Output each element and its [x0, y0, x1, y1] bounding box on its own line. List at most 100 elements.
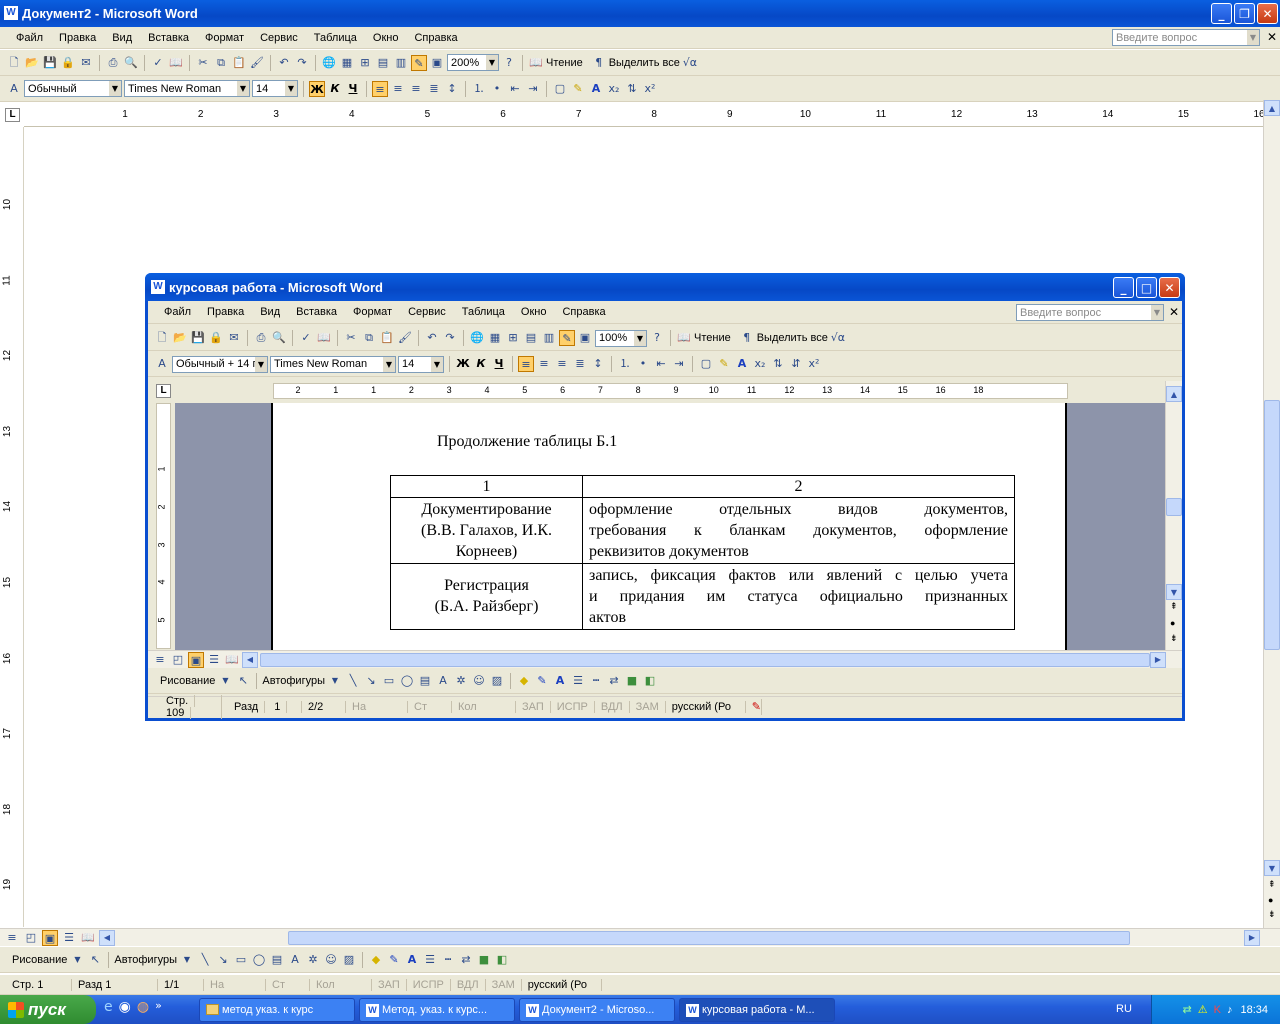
print-preview-icon[interactable]: 🔍	[123, 55, 139, 71]
paste-icon[interactable]: 📋	[379, 330, 395, 346]
inner-menu-tools[interactable]: Сервис	[400, 306, 454, 318]
print-icon[interactable]: ⎙	[105, 55, 121, 71]
bullets-icon[interactable]: •	[635, 356, 651, 372]
fill-color-icon[interactable]: ◆	[516, 673, 532, 689]
picture-icon[interactable]: ▨	[341, 952, 357, 968]
tables-borders-icon[interactable]: ▦	[487, 330, 503, 346]
highlight-icon[interactable]: ✎	[716, 356, 732, 372]
permission-icon[interactable]: 🔒	[208, 330, 224, 346]
font-color-icon[interactable]: A	[404, 952, 420, 968]
document-map-icon[interactable]: ▣	[429, 55, 445, 71]
cut-icon[interactable]: ✂	[195, 55, 211, 71]
inner-autoshapes-menu[interactable]: Автофигуры	[262, 675, 325, 687]
tray-antivirus-icon[interactable]: K	[1214, 1004, 1221, 1016]
outer-ask-question-field[interactable]: Введите вопрос ▼	[1112, 29, 1260, 46]
menu-window[interactable]: Окно	[365, 32, 407, 44]
hyperlink-icon[interactable]: 🌐	[321, 55, 337, 71]
redo-icon[interactable]: ↷	[294, 55, 310, 71]
permission-icon[interactable]: 🔒	[60, 55, 76, 71]
task-button-word-1[interactable]: W Метод. указ. к курс...	[359, 998, 515, 1022]
undo-icon[interactable]: ↶	[424, 330, 440, 346]
document-map-icon[interactable]: ▣	[577, 330, 593, 346]
picture-icon[interactable]: ▨	[489, 673, 505, 689]
research-icon[interactable]: 📖	[168, 55, 184, 71]
outer-style-select[interactable]: Обычный ▼	[24, 80, 122, 97]
scroll-right-icon[interactable]: ▶	[1244, 929, 1260, 946]
line-style-icon[interactable]: ☰	[570, 673, 586, 689]
outer-restore-button[interactable]: ❐	[1234, 3, 1255, 24]
menu-table[interactable]: Таблица	[306, 32, 365, 44]
insert-table-icon[interactable]: ⊞	[505, 330, 521, 346]
line-icon[interactable]: ╲	[197, 952, 213, 968]
copy-icon[interactable]: ⧉	[213, 55, 229, 71]
open-folder-icon[interactable]: 📂	[24, 55, 40, 71]
reading-view-icon[interactable]: 📖	[80, 930, 96, 946]
chevron-down-icon[interactable]: ▼	[486, 55, 498, 70]
line-color-icon[interactable]: ✎	[534, 673, 550, 689]
inner-status-ovr[interactable]: ЗАМ	[630, 700, 666, 713]
sort-asc-icon[interactable]: ⇅	[770, 356, 786, 372]
inner-h-scroll-thumb[interactable]	[260, 652, 1150, 667]
sort-desc-icon[interactable]: ⇵	[788, 356, 804, 372]
columns-icon[interactable]: ▥	[393, 55, 409, 71]
chevron-down-icon[interactable]: ▼	[634, 330, 646, 346]
outer-size-select[interactable]: 14 ▼	[252, 80, 298, 97]
equation-icon[interactable]: √α	[830, 330, 846, 346]
firefox-icon[interactable]: ◍	[137, 999, 149, 1015]
h-scroll-thumb[interactable]	[288, 930, 1130, 945]
email-icon[interactable]: ✉	[226, 330, 242, 346]
outline-view-icon[interactable]: ☰	[61, 930, 77, 946]
next-page-icon[interactable]: ⇟	[1170, 634, 1178, 644]
chevron-down-icon[interactable]: ▼	[1151, 305, 1163, 320]
rectangle-icon[interactable]: ▭	[233, 952, 249, 968]
spelling-status-icon[interactable]: ✎	[746, 698, 762, 715]
normal-view-icon[interactable]: ≡	[152, 652, 168, 668]
status-ext[interactable]: ВДЛ	[451, 978, 486, 991]
inner-status-trk[interactable]: ИСПР	[551, 700, 595, 713]
arrow-icon[interactable]: ↘	[363, 673, 379, 689]
task-button-folder[interactable]: метод указ. к курс	[199, 998, 355, 1022]
outer-doc-close-icon[interactable]: ✕	[1267, 30, 1277, 44]
align-right-icon[interactable]: ≡	[554, 356, 570, 372]
print-icon[interactable]: ⎙	[253, 330, 269, 346]
numbering-icon[interactable]: ⒈	[471, 81, 487, 97]
drawing-toggle-icon[interactable]: ✎	[559, 330, 575, 346]
superscript-icon[interactable]: x²	[806, 356, 822, 372]
select-objects-icon[interactable]: ↖	[87, 952, 103, 968]
spelling-icon[interactable]: ✓	[298, 330, 314, 346]
inner-menu-window[interactable]: Окно	[513, 306, 555, 318]
justify-icon[interactable]: ≣	[426, 81, 442, 97]
styles-icon[interactable]: A	[6, 81, 22, 97]
scroll-left-icon[interactable]: ◀	[99, 929, 115, 946]
format-painter-icon[interactable]: 🖌	[249, 55, 265, 71]
3d-icon[interactable]: ◧	[494, 952, 510, 968]
arrow-style-icon[interactable]: ⇄	[458, 952, 474, 968]
spelling-icon[interactable]: ✓	[150, 55, 166, 71]
input-language[interactable]: RU	[1116, 1003, 1132, 1015]
outer-horizontal-ruler[interactable]: 1 2 3 4 5 6 7 8 9 10 11 12 13 14 15 16	[24, 103, 1265, 127]
print-layout-icon[interactable]: ▣	[42, 929, 58, 946]
status-ovr[interactable]: ЗАМ	[486, 978, 522, 991]
tray-volume-icon[interactable]: ♪	[1227, 1004, 1233, 1016]
menu-insert[interactable]: Вставка	[140, 32, 197, 44]
status-trk[interactable]: ИСПР	[407, 978, 451, 991]
menu-view[interactable]: Вид	[104, 32, 140, 44]
web-view-icon[interactable]: ◰	[23, 930, 39, 946]
inner-horizontal-ruler[interactable]: 2 1 1 2 3 4 5 6 7 8 9 10 11 12 13 14 15 16 18	[273, 383, 1068, 399]
inner-menu-file[interactable]: Файл	[156, 306, 199, 318]
tray-security-icon[interactable]: ⚠	[1198, 1003, 1208, 1016]
task-button-word-2[interactable]: W Документ2 - Microso...	[519, 998, 675, 1022]
print-layout-icon[interactable]: ▣	[188, 651, 204, 668]
arrow-style-icon[interactable]: ⇄	[606, 673, 622, 689]
outline-view-icon[interactable]: ☰	[206, 652, 222, 668]
outer-minimize-button[interactable]: _	[1211, 3, 1232, 24]
wordart-icon[interactable]: A	[435, 673, 451, 689]
inner-italic-button[interactable]: К	[473, 356, 489, 372]
scroll-right-icon[interactable]: ▶	[1150, 651, 1166, 668]
3d-icon[interactable]: ◧	[642, 673, 658, 689]
shadow-icon[interactable]: ■	[624, 673, 640, 689]
inner-size-select[interactable]: 14 ▼	[398, 355, 444, 373]
inner-font-select[interactable]: Times New Roman ▼	[270, 355, 396, 373]
textbox-icon[interactable]: ▤	[269, 952, 285, 968]
insert-excel-icon[interactable]: ▤	[375, 55, 391, 71]
